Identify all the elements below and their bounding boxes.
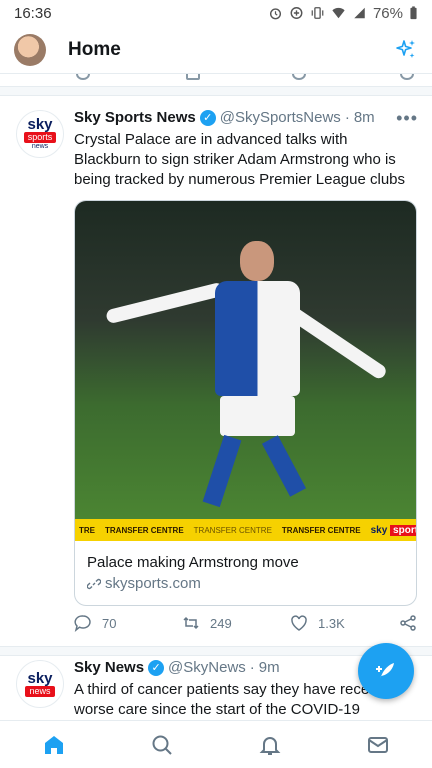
card-url: skysports.com: [87, 573, 404, 595]
data-saver-icon: [290, 7, 303, 19]
author-handle[interactable]: @SkyNews: [168, 658, 246, 678]
card-title: Palace making Armstrong move: [87, 554, 299, 571]
bottom-navigation: [0, 720, 432, 768]
retweet-count: 249: [210, 615, 232, 631]
retweet-icon: [183, 616, 199, 630]
sparkle-icon[interactable]: [394, 38, 418, 62]
retweet-button[interactable]: 249: [182, 614, 290, 632]
banner-text: TRANSFER CENTRE: [281, 525, 361, 535]
verified-badge-icon: ✓: [199, 110, 216, 126]
like-icon[interactable]: [292, 74, 306, 80]
share-icon: [400, 615, 416, 631]
like-button[interactable]: 1.3K: [290, 614, 398, 632]
status-time: 16:36: [14, 4, 52, 22]
reply-icon: [74, 615, 91, 632]
like-count: 1.3K: [318, 615, 345, 631]
player-illustration: [105, 241, 389, 508]
battery-icon: [410, 6, 417, 20]
card-url-text: skysports.com: [105, 575, 201, 592]
home-icon[interactable]: [42, 733, 66, 757]
reply-count: 70: [102, 615, 117, 631]
card-image[interactable]: TRE TRANSFER CENTRE TRANSFER CENTRE TRAN…: [75, 201, 416, 541]
status-bar: 16:36 76%: [0, 0, 432, 26]
logo-text-sports: sports: [23, 132, 57, 143]
heart-icon: [291, 615, 307, 631]
sky-news-avatar[interactable]: sky news: [16, 660, 64, 708]
verified-badge-icon: ✓: [148, 660, 165, 676]
tweet-meta: Sky Sports News ✓ @SkySportsNews · 8m ••…: [74, 108, 418, 128]
logo-text-news: news: [31, 143, 49, 150]
link-icon: [87, 578, 101, 590]
tweet-time: 9m: [258, 659, 280, 676]
previous-tweet-actions: [0, 74, 432, 86]
compose-tweet-button[interactable]: [358, 643, 414, 699]
sky-sports-news-avatar[interactable]: sky sports news: [16, 110, 64, 158]
logo-text-sky: sky: [27, 116, 53, 133]
author-name[interactable]: Sky Sports News: [74, 108, 196, 128]
feed-divider: [0, 86, 432, 96]
author-name[interactable]: Sky News: [74, 658, 144, 678]
reply-button[interactable]: 70: [74, 614, 182, 632]
share-icon[interactable]: [400, 74, 414, 80]
page-title: Home: [68, 38, 121, 60]
more-options-icon[interactable]: •••: [396, 108, 418, 128]
card-info[interactable]: Palace making Armstrong move skysports.c…: [75, 541, 416, 605]
wifi-icon: [332, 7, 345, 19]
profile-avatar[interactable]: [14, 33, 46, 66]
top-app-bar: Home: [0, 26, 432, 74]
tweet-actions: 70 249 1.3K: [74, 614, 417, 632]
tweet[interactable]: sky sports news Sky Sports News ✓ @SkySp…: [0, 96, 432, 648]
banner-text: TRANSFER CENTRE: [105, 525, 184, 535]
sky-sports-logo: sky sports: [371, 524, 416, 536]
tweet-text: Crystal Palace are in advanced talks wit…: [74, 131, 406, 188]
alarm-icon: [269, 8, 281, 20]
signal-icon: [354, 7, 365, 19]
link-card[interactable]: TRE TRANSFER CENTRE TRANSFER CENTRE TRAN…: [74, 200, 417, 606]
transfer-centre-banner: TRE TRANSFER CENTRE TRANSFER CENTRE TRAN…: [75, 519, 416, 541]
retweet-icon[interactable]: [186, 74, 200, 80]
search-icon[interactable]: [150, 733, 174, 757]
battery-percent: 76%: [372, 4, 403, 22]
reply-icon[interactable]: [76, 74, 90, 80]
logo-text-news: news: [25, 686, 55, 697]
meta-separator: ·: [249, 659, 255, 676]
vibrate-icon: [311, 7, 324, 19]
tweet-time: 8m: [353, 109, 375, 126]
status-icons: 76%: [268, 5, 418, 22]
notifications-bell-icon[interactable]: [258, 733, 282, 757]
author-handle[interactable]: @SkySportsNews: [220, 108, 341, 128]
compose-feather-icon: [376, 663, 394, 679]
share-button[interactable]: [399, 614, 417, 632]
logo-text-sky: sky: [27, 670, 53, 687]
banner-text: TRANSFER CENTRE: [193, 525, 272, 535]
banner-text: TRE: [79, 525, 95, 535]
meta-separator: ·: [344, 109, 350, 126]
messages-envelope-icon[interactable]: [366, 733, 390, 757]
